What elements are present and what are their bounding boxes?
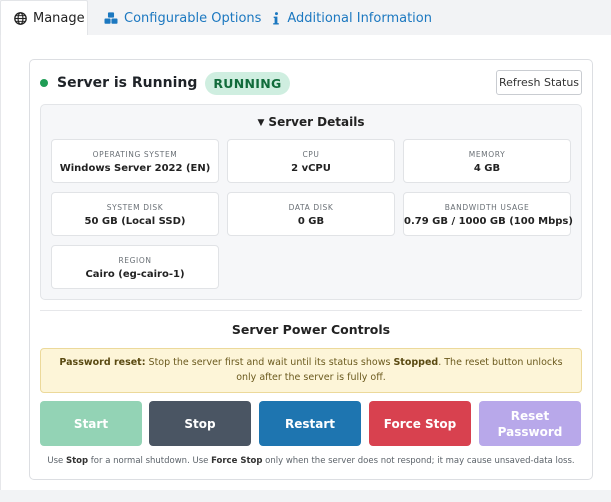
force-stop-button[interactable]: Force Stop [369, 401, 471, 446]
password-reset-warning: Password reset: Stop the server first an… [40, 348, 582, 393]
detail-value: 4 GB [473, 163, 501, 174]
server-status: Server is Running RUNNING [40, 70, 290, 96]
tab-manage[interactable]: Manage [0, 0, 88, 36]
detail-label: DATA DISK [288, 203, 334, 212]
reset-password-button[interactable]: Reset Password [479, 401, 581, 446]
footnote-bold: Force Stop [211, 456, 263, 466]
info-icon [270, 11, 281, 25]
power-controls-title: Server Power Controls [231, 322, 391, 337]
warning-strong: Stopped [393, 357, 439, 368]
detail-value: 0 GB [297, 216, 325, 227]
cubes-icon [104, 11, 118, 25]
power-footnote: Use Stop for a normal shutdown. Use Forc… [30, 456, 592, 466]
start-button[interactable]: Start [40, 401, 142, 446]
reset-label-line2: Password [497, 424, 563, 439]
detail-value: 0.79 GB / 1000 GB (100 Mbps) [404, 216, 573, 227]
status-title: Server is Running [57, 75, 198, 91]
manage-pane: Server is Running RUNNING Refresh Status… [0, 35, 611, 490]
server-details-toggle[interactable]: ▼ Server Details [41, 115, 581, 129]
detail-operating-system: OPERATING SYSTEM Windows Server 2022 (EN… [51, 139, 219, 183]
status-dot-icon [40, 79, 48, 87]
tab-additional-information-label: Additional Information [287, 10, 432, 26]
server-details-panel: ▼ Server Details OPERATING SYSTEM Windows… [40, 104, 582, 300]
footnote-part: for a normal shutdown. Use [88, 456, 212, 466]
server-details-title: Server Details [268, 115, 365, 129]
status-badge: RUNNING [205, 71, 290, 95]
tab-additional-information[interactable]: Additional Information [262, 0, 432, 36]
detail-label: REGION [118, 256, 152, 265]
restart-button[interactable]: Restart [259, 401, 361, 446]
detail-data-disk: DATA DISK 0 GB [227, 192, 395, 236]
refresh-status-button[interactable]: Refresh Status [496, 70, 582, 95]
globe-icon [13, 12, 27, 26]
detail-system-disk: SYSTEM DISK 50 GB (Local SSD) [51, 192, 219, 236]
stop-button[interactable]: Stop [149, 401, 251, 446]
triangle-down-icon: ▼ [257, 118, 265, 128]
warning-lead: Password reset: [59, 357, 146, 368]
detail-label: OPERATING SYSTEM [92, 150, 178, 159]
footnote-part: only when the server does not respond; i… [262, 456, 575, 466]
tab-bar: Manage Configurable Options Additional I… [0, 0, 611, 36]
detail-value: 2 vCPU [291, 163, 331, 174]
detail-memory: MEMORY 4 GB [403, 139, 571, 183]
detail-value: Windows Server 2022 (EN) [59, 163, 211, 174]
footnote-part: Use [47, 456, 66, 466]
detail-label: MEMORY [468, 150, 506, 159]
section-divider [40, 310, 582, 311]
server-card: Server is Running RUNNING Refresh Status… [29, 59, 593, 480]
detail-value: Cairo (eg-cairo-1) [85, 269, 185, 280]
detail-label: BANDWIDTH USAGE [444, 203, 530, 212]
detail-value: 50 GB (Local SSD) [84, 216, 186, 227]
warning-text-1: Stop the server first and wait until its… [145, 357, 394, 368]
footnote-bold: Stop [66, 456, 89, 466]
detail-cpu: CPU 2 vCPU [227, 139, 395, 183]
tab-configurable-options-label: Configurable Options [124, 10, 262, 26]
detail-region: REGION Cairo (eg-cairo-1) [51, 245, 219, 289]
reset-label-line1: Reset [510, 408, 550, 423]
tab-configurable-options[interactable]: Configurable Options [96, 0, 261, 36]
detail-label: SYSTEM DISK [106, 203, 164, 212]
detail-label: CPU [302, 150, 320, 159]
detail-bandwidth-usage: BANDWIDTH USAGE 0.79 GB / 1000 GB (100 M… [403, 192, 573, 236]
tab-manage-label: Manage [33, 11, 85, 26]
